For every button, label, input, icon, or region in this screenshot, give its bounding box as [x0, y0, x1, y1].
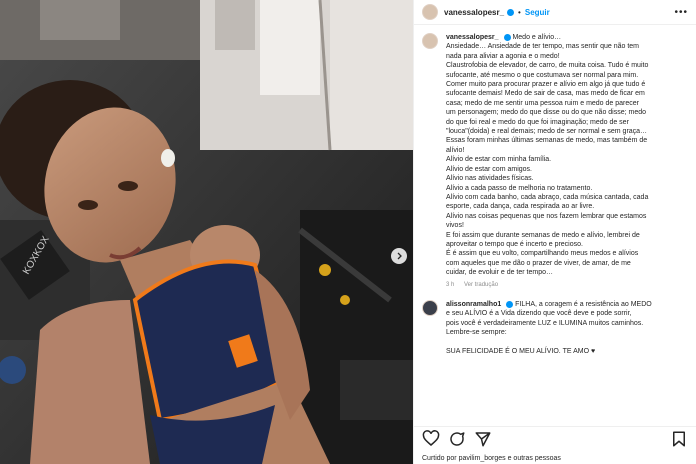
comment-item: alissonramalho1 FILHA, a coragem é a res… — [414, 290, 696, 356]
carousel-next-button[interactable] — [391, 248, 407, 264]
post-caption: vanessalopesr_ Medo e alívio… Ansiedade…… — [414, 25, 696, 290]
caption-meta: 3 h Ver tradução — [446, 281, 648, 290]
caption-line: Claustrofobia de elevador, de carro, de … — [446, 62, 649, 70]
caption-line: Alívio de estar com amigos. — [446, 165, 532, 173]
share-icon[interactable] — [474, 430, 492, 448]
chevron-right-icon — [397, 252, 402, 260]
caption-line: E foi assim que durante semanas de medo … — [446, 231, 640, 239]
separator-dot: • — [518, 7, 521, 17]
header-username[interactable]: vanessalopesr_ — [444, 8, 504, 17]
commenter-avatar[interactable] — [422, 299, 438, 316]
caption-line: Alívio com cada banho, cada abraço, cada… — [446, 193, 649, 201]
verified-icon — [506, 300, 514, 308]
verified-icon — [503, 33, 511, 41]
caption-line: É é assim que eu volto, compartilhando m… — [446, 250, 639, 258]
caption-line: aproveitar o tempo que é incerto e preci… — [446, 240, 583, 248]
bookmark-icon[interactable] — [670, 430, 688, 448]
caption-line: esporte, cada dança, cada respirada ao a… — [446, 203, 595, 211]
caption-line: com aqueles que me dão o prazer de viver… — [446, 259, 631, 267]
heart-icon[interactable] — [422, 430, 440, 448]
post-side-panel: vanessalopesr_ • Seguir ••• vanessalopes… — [413, 0, 696, 464]
action-bar — [414, 426, 696, 451]
post-header: vanessalopesr_ • Seguir ••• — [414, 0, 696, 25]
caption-avatar[interactable] — [422, 33, 438, 49]
caption-line: nada para aliviar a agonia e o medo! — [446, 52, 560, 60]
liked-by-text[interactable]: Curtido por pavilim_borges e outras pess… — [422, 455, 561, 462]
caption-line: um personagem; medo do que disse ou do q… — [446, 109, 647, 117]
post-photo: KOXKOX — [0, 0, 413, 464]
caption-line: Alívio nas atividades físicas. — [446, 175, 534, 183]
caption-line: "louca"(doida) e real demais; medo de se… — [446, 128, 648, 136]
selfie-image: KOXKOX — [0, 0, 413, 464]
caption-line: vivos! — [446, 222, 464, 230]
caption-line: casa; medo de me sentir uma pessoa ruim … — [446, 99, 639, 107]
caption-line: Ansiedade… Ansiedade de ter tempo, mas s… — [446, 43, 640, 51]
comment-icon[interactable] — [448, 430, 466, 448]
comment-line: Lembre-se sempre: — [446, 329, 507, 337]
see-translation-link[interactable]: Ver tradução — [464, 282, 498, 288]
caption-line: Alívio de estar com minha família. — [446, 156, 552, 164]
caption-line: sufocante, até mesmo o que costumava ser… — [446, 71, 639, 79]
verified-icon — [507, 8, 515, 16]
caption-line: Alívio a cada passo de melhoria no trata… — [446, 184, 593, 192]
caption-line: Medo e alívio… — [512, 34, 562, 41]
caption-line: cuidar, de evoluir e de ter tempo… — [446, 269, 554, 277]
comment-final-line: SUA FELICIDADE É O MEU ALÍVIO. TE AMO ♥ — [446, 347, 596, 355]
avatar[interactable] — [422, 4, 438, 20]
commenter-username[interactable]: alissonramalho1 — [446, 301, 501, 308]
caption-line: Essas foram minhas últimas semanas de me… — [446, 137, 648, 145]
follow-button[interactable]: Seguir — [525, 8, 550, 17]
more-options-button[interactable]: ••• — [674, 7, 688, 18]
caption-line: alívio! — [446, 146, 465, 154]
caption-line: sufocante demais! Medo de sair de casa, … — [446, 90, 645, 98]
caption-line: Alívio nas coisas pequenas que nos fazem… — [446, 212, 647, 220]
comment-line: FILHA, a coragem é a resistência ao MEDO — [515, 300, 652, 308]
comment-line: pois você é verdadeiramente LUZ e ILUMIN… — [446, 319, 644, 327]
comment-line: e seu ALÍVIO é a Vida dizendo que você d… — [446, 310, 632, 318]
caption-line: Comer muito para procurar prazer e alívi… — [446, 81, 646, 89]
post-time: 3 h — [446, 281, 455, 288]
caption-username[interactable]: vanessalopesr_ — [446, 34, 499, 41]
caption-line: do que foi real e medo do que foi imagin… — [446, 118, 629, 126]
